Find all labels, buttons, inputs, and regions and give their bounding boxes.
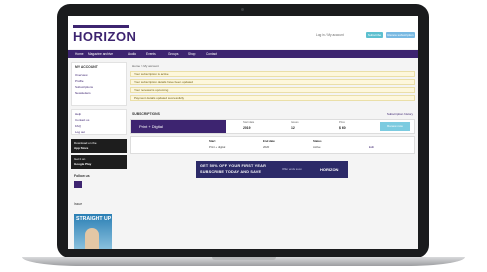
sidebar-item-faq[interactable]: FAQ bbox=[75, 124, 81, 128]
help-box: Help Contact us FAQ Log out bbox=[71, 109, 127, 135]
banner-line1: GET 50% OFF YOUR FIRST YEAR bbox=[200, 164, 267, 168]
banner-sub: Offer ends soon bbox=[282, 167, 302, 171]
google-play-badge[interactable]: Get it on Google Play bbox=[71, 155, 127, 169]
account-title: MY ACCOUNT bbox=[75, 65, 98, 69]
stat-label: Start date bbox=[243, 121, 255, 124]
sidebar: MY ACCOUNT Overview Profile Subscription… bbox=[71, 62, 127, 249]
stat-value: 12 bbox=[291, 126, 295, 130]
history-link[interactable]: Subscription history bbox=[387, 112, 413, 116]
sidebar-item-logout[interactable]: Log out bbox=[75, 130, 85, 134]
sidebar-item-help[interactable]: Help bbox=[75, 112, 81, 116]
laptop-notch bbox=[212, 257, 276, 260]
main-nav: Home Magazine archive Audio Events Group… bbox=[68, 50, 418, 58]
google-play-line2: Google Play bbox=[74, 162, 92, 166]
renew-now-button[interactable]: Renew now bbox=[380, 122, 410, 131]
nav-item-contact[interactable]: Contact bbox=[206, 50, 217, 58]
stat-value: 2019 bbox=[243, 126, 251, 130]
edit-link[interactable]: Edit bbox=[369, 145, 374, 149]
sidebar-item-contact[interactable]: Contact us bbox=[75, 118, 89, 122]
app-store-line2: App Store bbox=[74, 146, 89, 150]
subscribe-button[interactable]: Subscribe bbox=[366, 32, 383, 38]
browser-screen: HORIZON Log in / My account Subscribe Re… bbox=[68, 16, 418, 249]
camera-icon bbox=[241, 8, 244, 11]
account-box: MY ACCOUNT Overview Profile Subscription… bbox=[71, 62, 127, 106]
sidebar-item-profile[interactable]: Profile bbox=[75, 79, 84, 83]
follow-title: Follow us bbox=[74, 174, 90, 178]
renew-button[interactable]: Renew subscription bbox=[386, 32, 415, 38]
magazine-label: Issue bbox=[74, 202, 83, 206]
subscription-detail: Start End date Status Print + digital 20… bbox=[130, 136, 415, 154]
detail-cell: Active bbox=[313, 145, 321, 149]
magazine-title: STRAIGHT UP bbox=[76, 216, 112, 222]
section-title: SUBSCRIPTIONS bbox=[132, 112, 160, 116]
social-icon[interactable] bbox=[74, 181, 82, 188]
alert-text: Payment details updated successfully bbox=[134, 96, 185, 100]
detail-header: Start bbox=[209, 139, 216, 143]
stat-label: Issues bbox=[291, 121, 299, 124]
sidebar-item-subscriptions[interactable]: Subscriptions bbox=[75, 85, 93, 89]
cover-photo bbox=[85, 228, 99, 249]
breadcrumb: Home > My account bbox=[132, 64, 159, 68]
subscription-card: Print + Digital Start date 2019 Issues 1… bbox=[130, 119, 415, 134]
nav-item-events[interactable]: Events bbox=[146, 50, 156, 58]
detail-header: End date bbox=[263, 139, 275, 143]
nav-item-audio[interactable]: Audio bbox=[128, 50, 136, 58]
subscription-name-panel: Print + Digital bbox=[131, 120, 226, 133]
alert-renewal: Your renewal is upcoming bbox=[130, 87, 415, 93]
alert-text: Your subscription details have been upda… bbox=[134, 80, 193, 84]
nav-item-archive[interactable]: Magazine archive bbox=[88, 50, 113, 58]
nav-item-shop[interactable]: Shop bbox=[188, 50, 195, 58]
subscription-name: Print + Digital bbox=[139, 124, 163, 129]
alert-payment: Payment details updated successfully bbox=[130, 95, 415, 101]
app-store-line1: Download on the bbox=[74, 141, 97, 145]
app-store-badge[interactable]: Download on the App Store bbox=[71, 139, 127, 153]
alert-updated: Your subscription details have been upda… bbox=[130, 79, 415, 85]
sidebar-item-newsletters[interactable]: Newsletters bbox=[75, 91, 91, 95]
alert-text: Your subscription is active bbox=[134, 72, 169, 76]
google-play-line1: Get it on bbox=[74, 157, 86, 161]
banner-line2: SUBSCRIBE TODAY AND SAVE bbox=[200, 170, 262, 174]
sidebar-item-overview[interactable]: Overview bbox=[75, 73, 88, 77]
site-header: HORIZON Log in / My account Subscribe Re… bbox=[68, 16, 418, 49]
site-logo[interactable]: HORIZON bbox=[73, 29, 136, 44]
detail-header: Status bbox=[313, 139, 322, 143]
banner-logo: HORIZON bbox=[320, 167, 339, 172]
promo-banner[interactable]: GET 50% OFF YOUR FIRST YEAR SUBSCRIBE TO… bbox=[196, 161, 348, 178]
stat-label: Price bbox=[339, 121, 345, 124]
stat-value: $ 60 bbox=[339, 126, 346, 130]
account-link[interactable]: Log in / My account bbox=[316, 33, 344, 37]
logo-accent bbox=[73, 25, 129, 28]
magazine-cover[interactable]: STRAIGHT UP bbox=[74, 214, 112, 249]
detail-cell: 2020 bbox=[263, 145, 270, 149]
alert-text: Your renewal is upcoming bbox=[134, 88, 169, 92]
alert-success: Your subscription is active bbox=[130, 71, 415, 77]
detail-cell: Print + digital bbox=[209, 145, 226, 149]
nav-item-groups[interactable]: Groups bbox=[168, 50, 178, 58]
nav-item-home[interactable]: Home bbox=[75, 50, 84, 58]
